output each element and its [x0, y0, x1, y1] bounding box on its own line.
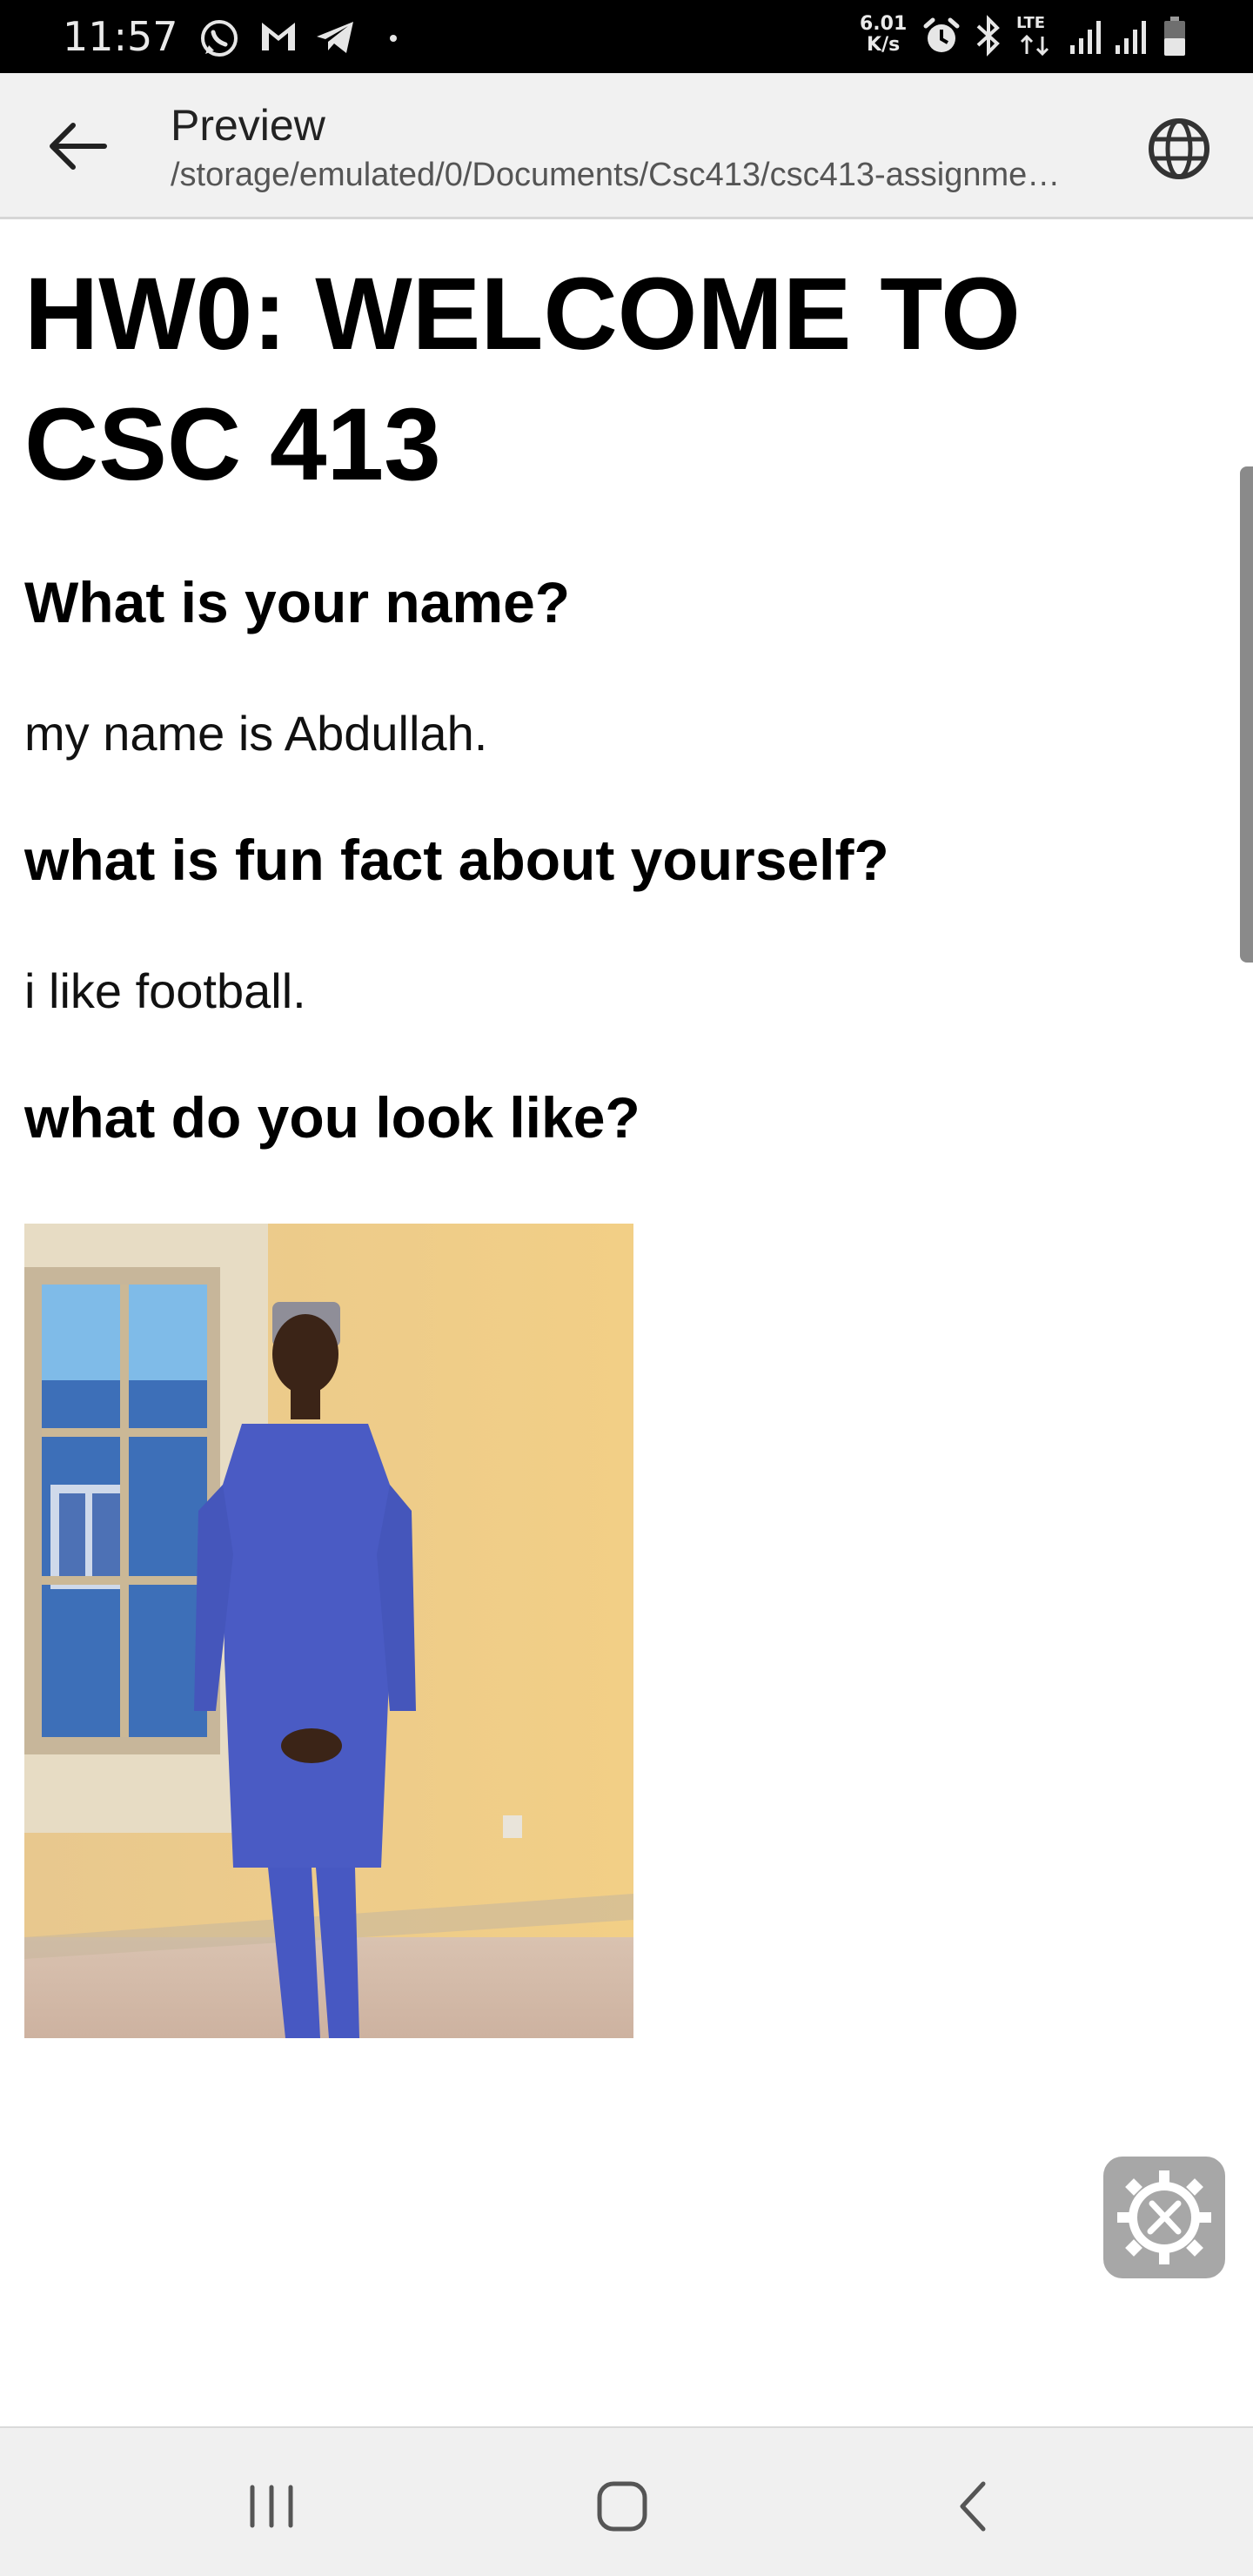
tools-fab[interactable]	[1103, 2157, 1225, 2278]
network-speed: 6.01 K/s	[860, 14, 907, 56]
system-nav-bar	[0, 2426, 1253, 2576]
scrollbar[interactable]	[1240, 466, 1253, 963]
markdown-preview[interactable]: HW0: WELCOME TO CSC 413 What is your nam…	[0, 219, 1253, 2426]
status-time: 11:57	[63, 13, 178, 60]
heading-name: What is your name?	[24, 570, 571, 634]
back-button[interactable]	[35, 108, 122, 184]
signal-icon	[1116, 21, 1146, 54]
arrow-left-icon	[50, 123, 107, 170]
battery-icon	[1164, 17, 1185, 56]
answer-name: my name is Abdullah.	[24, 706, 488, 761]
tools-gear-icon	[1117, 2170, 1211, 2264]
globe-icon	[1149, 118, 1209, 179]
home-button[interactable]	[569, 2463, 673, 2550]
profile-photo	[24, 1224, 633, 2038]
bluetooth-icon	[976, 15, 1000, 57]
heading-look: what do you look like?	[24, 1085, 640, 1150]
recent-apps-button[interactable]	[219, 2463, 324, 2550]
app-title: Preview	[171, 101, 325, 150]
lte-label: LTE	[1016, 14, 1046, 32]
telegram-icon	[317, 22, 353, 53]
app-bar: Preview /storage/emulated/0/Documents/Cs…	[0, 73, 1253, 219]
open-in-browser-button[interactable]	[1140, 110, 1218, 188]
alarm-icon	[923, 17, 960, 52]
answer-fun-fact: i like football.	[24, 963, 306, 1018]
recent-apps-icon	[250, 2485, 293, 2528]
network-speed-value: 6.01	[860, 13, 908, 35]
document-title: HW0: WELCOME TO CSC 413	[24, 257, 1021, 502]
home-icon	[597, 2481, 647, 2532]
back-chevron-icon	[960, 2481, 986, 2532]
file-path: /storage/emulated/0/Documents/Csc413/csc…	[171, 157, 1075, 193]
whatsapp-icon	[201, 20, 238, 57]
lte-icon: LTE	[1015, 14, 1060, 59]
heading-fun-fact: what is fun fact about yourself?	[24, 828, 889, 892]
gmail-icon	[262, 23, 295, 50]
signal-icon	[1070, 21, 1101, 54]
status-bar: 11:57 6.01 K/s LTE	[0, 0, 1253, 73]
dot-icon	[390, 35, 397, 42]
system-back-button[interactable]	[921, 2463, 1025, 2550]
network-speed-unit: K/s	[867, 34, 901, 56]
